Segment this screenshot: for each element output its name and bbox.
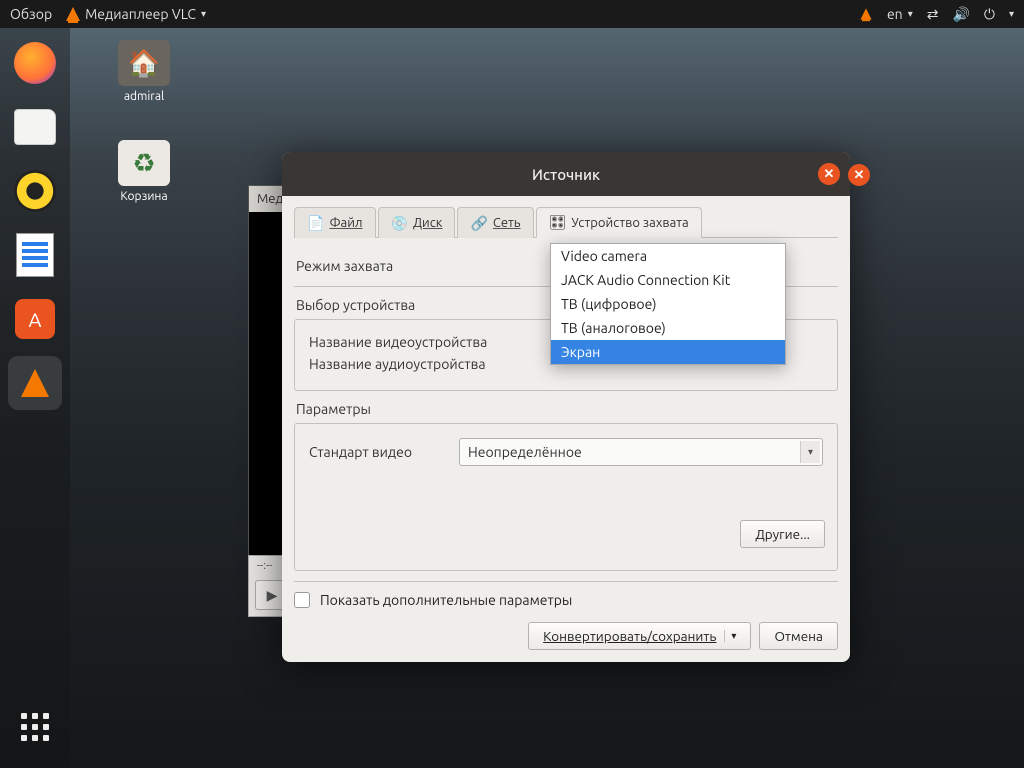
dialog-title: Источник xyxy=(532,166,600,183)
dialog-close-button[interactable]: ✕ xyxy=(818,163,840,185)
chevron-down-icon: ▾ xyxy=(1009,8,1014,20)
top-panel: Обзор Медиаплеер VLC ▾ en ▾ ⇄ 🔊 ⏻ ▾ xyxy=(0,0,1024,28)
capture-option-tv-analog[interactable]: ТВ (аналоговое) xyxy=(551,316,785,340)
tab-file[interactable]: 📄 Файл xyxy=(294,207,376,238)
dialog-titlebar: Источник ✕ xyxy=(282,152,850,196)
cancel-button[interactable]: Отмена xyxy=(759,622,838,650)
dock-libreoffice-writer[interactable] xyxy=(8,228,62,282)
trash-icon: ♻ xyxy=(118,140,170,186)
app-menu-label: Медиаплеер VLC xyxy=(85,6,196,22)
tab-capture-label: Устройство захвата xyxy=(571,216,688,230)
dock-rhythmbox[interactable] xyxy=(8,164,62,218)
source-tabs: 📄 Файл 💿 Диск 🔗 Сеть 🎛 Устройство захват… xyxy=(294,206,838,238)
vlc-cone-icon xyxy=(21,369,49,397)
tab-file-label: Файл xyxy=(329,216,362,230)
capture-icon: 🎛 xyxy=(549,214,567,231)
dock-files[interactable] xyxy=(8,100,62,154)
file-icon: 📄 xyxy=(307,215,324,232)
vlc-cone-icon xyxy=(66,7,80,21)
network-icon: 🔗 xyxy=(470,215,487,232)
shopping-bag-icon: A xyxy=(15,299,55,339)
show-more-params-checkbox[interactable] xyxy=(294,592,310,608)
chevron-down-icon: ▾ xyxy=(908,8,913,20)
document-icon xyxy=(16,233,54,277)
audio-device-label: Название аудиоустройства xyxy=(309,356,525,372)
capture-option-jack[interactable]: JACK Audio Connection Kit xyxy=(551,268,785,292)
desktop-icon-label: admiral xyxy=(104,90,184,103)
tab-network[interactable]: 🔗 Сеть xyxy=(457,207,533,238)
volume-icon[interactable]: 🔊 xyxy=(952,6,969,23)
video-device-label: Название видеоустройства xyxy=(309,334,525,350)
params-fieldset: Стандарт видео Неопределённое ▾ Другие..… xyxy=(294,423,838,571)
video-standard-value: Неопределённое xyxy=(468,444,582,460)
convert-save-button[interactable]: Конвертировать/сохранить ▾ xyxy=(528,622,751,650)
params-section-heading: Параметры xyxy=(296,401,836,417)
button-label: Другие... xyxy=(755,526,810,542)
input-lang[interactable]: en ▾ xyxy=(887,6,913,22)
tab-disc[interactable]: 💿 Диск xyxy=(378,207,456,238)
show-applications[interactable] xyxy=(8,700,62,754)
parent-close-button[interactable]: ✕ xyxy=(848,164,870,186)
apps-grid-icon xyxy=(21,713,49,741)
capture-mode-label: Режим захвата xyxy=(296,258,526,274)
activities-button[interactable]: Обзор xyxy=(10,6,52,22)
close-icon: ✕ xyxy=(854,168,865,183)
power-icon[interactable]: ⏻ xyxy=(984,6,995,23)
chevron-down-icon: ▾ xyxy=(201,8,206,20)
dock-firefox[interactable] xyxy=(8,36,62,90)
files-icon xyxy=(14,109,56,145)
play-icon: ▶ xyxy=(267,587,278,604)
tab-capture-device[interactable]: 🎛 Устройство захвата xyxy=(536,207,702,238)
menu-media-fragment: Мед xyxy=(257,192,283,206)
capture-option-tv-digital[interactable]: ТВ (цифровое) xyxy=(551,292,785,316)
firefox-icon xyxy=(14,42,56,84)
capture-mode-dropdown-list: Video camera JACK Audio Connection Kit Т… xyxy=(550,243,786,365)
button-label: Конвертировать/сохранить xyxy=(543,628,716,644)
app-menu[interactable]: Медиаплеер VLC ▾ xyxy=(66,6,206,22)
desktop-trash[interactable]: ♻ Корзина xyxy=(104,140,184,203)
dock-vlc[interactable] xyxy=(8,356,62,410)
desktop-home-folder[interactable]: 🏠 admiral xyxy=(104,40,184,103)
open-source-dialog: Источник ✕ ✕ 📄 Файл 💿 Диск 🔗 Сеть 🎛 Устр… xyxy=(282,152,850,662)
video-standard-label: Стандарт видео xyxy=(309,444,459,460)
home-folder-icon: 🏠 xyxy=(118,40,170,86)
tab-network-label: Сеть xyxy=(493,216,521,230)
speaker-icon xyxy=(14,170,56,212)
capture-option-screen[interactable]: Экран xyxy=(551,340,785,364)
network-icon[interactable]: ⇄ xyxy=(927,6,939,23)
disc-icon: 💿 xyxy=(391,215,408,232)
desktop-icon-label: Корзина xyxy=(104,190,184,203)
button-label: Отмена xyxy=(774,628,823,644)
dock-software[interactable]: A xyxy=(8,292,62,346)
dock: A xyxy=(0,28,70,768)
lang-label: en xyxy=(887,6,903,22)
show-more-params-label: Показать дополнительные параметры xyxy=(320,592,572,608)
chevron-down-icon: ▾ xyxy=(724,630,736,642)
chevron-down-icon: ▾ xyxy=(800,441,820,463)
advanced-options-button[interactable]: Другие... xyxy=(740,520,825,548)
video-standard-dropdown[interactable]: Неопределённое ▾ xyxy=(459,438,823,466)
close-icon: ✕ xyxy=(824,167,835,182)
vlc-tray-icon[interactable] xyxy=(860,8,871,19)
capture-option-video-camera[interactable]: Video camera xyxy=(551,244,785,268)
activities-label: Обзор xyxy=(10,6,52,22)
time-elapsed: --:-- xyxy=(257,560,272,572)
tab-disc-label: Диск xyxy=(413,216,443,230)
